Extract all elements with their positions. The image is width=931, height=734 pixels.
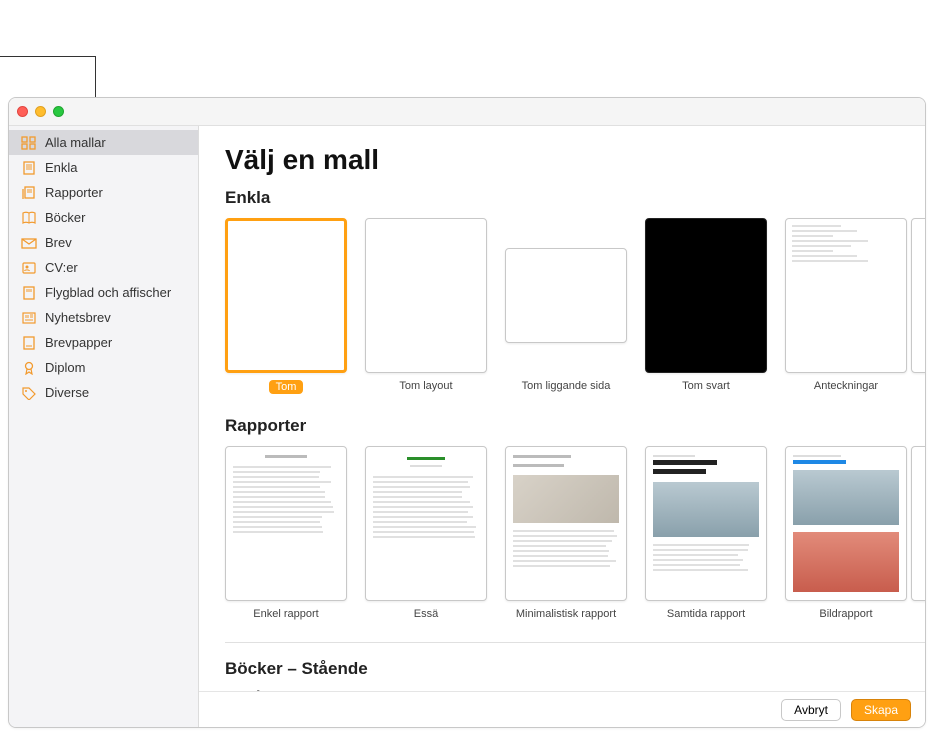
traffic-lights xyxy=(17,106,64,117)
section-bocker: Böcker – Stående Innehållet kan flödas o… xyxy=(225,642,925,691)
sidebar-item-label: Böcker xyxy=(45,210,85,225)
callout-line-horizontal xyxy=(0,56,95,57)
sidebar-item-diplom[interactable]: Diplom xyxy=(9,355,198,380)
template-label: Tom liggande sida xyxy=(522,380,611,392)
sidebar-item-label: Flygblad och affischer xyxy=(45,285,171,300)
cancel-button[interactable]: Avbryt xyxy=(781,699,841,721)
page-title: Välj en mall xyxy=(225,144,925,176)
sidebar: Alla mallar Enkla Rapporter Böcker Brev CV:er… xyxy=(9,126,199,727)
sidebar-item-alla-mallar[interactable]: Alla mallar xyxy=(9,130,198,155)
sidebar-item-label: Brevpapper xyxy=(45,335,112,350)
template-thumbnail xyxy=(365,446,487,601)
minimize-icon[interactable] xyxy=(35,106,46,117)
sidebar-item-nyhetsbrev[interactable]: Nyhetsbrev xyxy=(9,305,198,330)
template-bildrapport[interactable]: Bildrapport xyxy=(785,446,907,620)
doc-icon xyxy=(21,161,37,175)
tag-icon xyxy=(21,386,37,400)
window-titlebar xyxy=(9,98,925,126)
template-thumbnail xyxy=(225,446,347,601)
template-enkel-rapport[interactable]: Enkel rapport xyxy=(225,446,347,620)
ribbon-icon xyxy=(21,361,37,375)
template-thumbnail xyxy=(645,218,767,373)
stationery-icon xyxy=(21,336,37,350)
main-pane: Välj en mall Enkla Tom Tom layout Tom ligg… xyxy=(199,126,925,727)
sidebar-item-label: Brev xyxy=(45,235,72,250)
template-tom-layout[interactable]: Tom layout xyxy=(365,218,487,394)
docstack-icon xyxy=(21,186,37,200)
template-label: Essä xyxy=(414,608,438,620)
template-label: Tom layout xyxy=(399,380,452,392)
template-thumbnail xyxy=(645,446,767,601)
sidebar-item-b-cker[interactable]: Böcker xyxy=(9,205,198,230)
template-label: Bildrapport xyxy=(819,608,872,620)
template-thumbnail xyxy=(785,218,907,373)
template-anteckningar[interactable]: Anteckningar xyxy=(785,218,907,394)
section-heading-rapporter: Rapporter xyxy=(225,416,925,436)
template-thumbnail xyxy=(785,446,907,601)
template-label: Anteckningar xyxy=(814,380,878,392)
template-thumbnail xyxy=(911,446,925,601)
sidebar-item-rapporter[interactable]: Rapporter xyxy=(9,180,198,205)
section-heading-enkla: Enkla xyxy=(225,188,925,208)
template-samtida-rapport[interactable]: Samtida rapport xyxy=(645,446,767,620)
footer: Avbryt Skapa xyxy=(199,691,925,727)
template-thumbnail xyxy=(911,218,925,373)
template-thumbnail xyxy=(365,218,487,373)
sidebar-item-label: Enkla xyxy=(45,160,78,175)
news-icon xyxy=(21,311,37,325)
sidebar-item-label: Rapporter xyxy=(45,185,103,200)
sidebar-item-diverse[interactable]: Diverse xyxy=(9,380,198,405)
template-thumbnail xyxy=(505,446,627,601)
person-icon xyxy=(21,261,37,275)
sidebar-item-cv-er[interactable]: CV:er xyxy=(9,255,198,280)
template-label: Tom svart xyxy=(682,380,730,392)
book-icon xyxy=(21,211,37,225)
template-tom-liggande-sida[interactable]: Tom liggande sida xyxy=(505,218,627,394)
sidebar-item-enkla[interactable]: Enkla xyxy=(9,155,198,180)
template-chooser-window: Alla mallar Enkla Rapporter Böcker Brev CV:er… xyxy=(8,97,926,728)
template-label: Minimalistisk rapport xyxy=(516,608,616,620)
template-row-rapporter: Enkel rapport Essä Minimalistisk rapport Sa… xyxy=(225,446,925,620)
template-thumbnail xyxy=(225,218,347,373)
template-ess-[interactable]: Essä xyxy=(365,446,487,620)
template-tom-svart[interactable]: Tom svart xyxy=(645,218,767,394)
poster-icon xyxy=(21,286,37,300)
content-area: Välj en mall Enkla Tom Tom layout Tom ligg… xyxy=(199,126,925,691)
template-label: Samtida rapport xyxy=(667,608,745,620)
template-label: Tom xyxy=(269,380,304,394)
sidebar-item-brev[interactable]: Brev xyxy=(9,230,198,255)
sidebar-item-label: Alla mallar xyxy=(45,135,106,150)
template-thumbnail xyxy=(505,248,627,343)
maximize-icon[interactable] xyxy=(53,106,64,117)
section-heading-bocker: Böcker – Stående xyxy=(225,659,905,679)
envelope-icon xyxy=(21,236,37,250)
sidebar-item-label: Diverse xyxy=(45,385,89,400)
close-icon[interactable] xyxy=(17,106,28,117)
grid-icon xyxy=(21,136,37,150)
template-row-enkla: Tom Tom layout Tom liggande sida Tom svart A… xyxy=(225,218,925,394)
sidebar-item-flygblad-och-affischer[interactable]: Flygblad och affischer xyxy=(9,280,198,305)
sidebar-item-label: CV:er xyxy=(45,260,78,275)
template-label: Enkel rapport xyxy=(253,608,318,620)
sidebar-item-label: Diplom xyxy=(45,360,85,375)
template-tom[interactable]: Tom xyxy=(225,218,347,394)
sidebar-item-brevpapper[interactable]: Brevpapper xyxy=(9,330,198,355)
window-body: Alla mallar Enkla Rapporter Böcker Brev CV:er… xyxy=(9,126,925,727)
template-minimalistisk-rapport[interactable]: Minimalistisk rapport xyxy=(505,446,627,620)
create-button[interactable]: Skapa xyxy=(851,699,911,721)
sidebar-item-label: Nyhetsbrev xyxy=(45,310,111,325)
